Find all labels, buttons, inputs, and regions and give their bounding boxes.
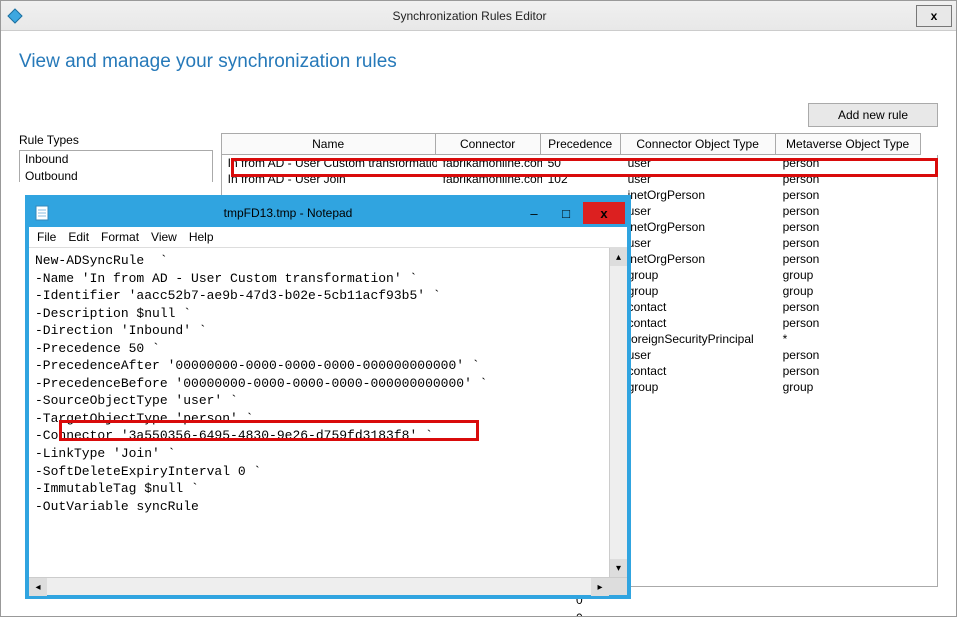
rule-type-outbound[interactable]: Outbound [20, 168, 212, 185]
cell-cot: contact [622, 315, 777, 331]
cell-cot: user [622, 155, 777, 171]
cell-cot: user [622, 347, 777, 363]
window-titlebar: Synchronization Rules Editor x [1, 1, 956, 31]
cell-mot: person [777, 299, 922, 315]
rule-type-inbound[interactable]: Inbound [20, 151, 212, 168]
cell-mot: * [777, 331, 922, 347]
cell-connector: fabrikamonline.com [437, 155, 542, 171]
rule-types-label: Rule Types [19, 133, 213, 147]
notepad-horizontal-scrollbar[interactable]: ◂ ▸ [29, 577, 627, 595]
col-name[interactable]: Name [221, 133, 436, 155]
cell-name: In from AD - User Custom transformation [222, 155, 437, 171]
col-mot[interactable]: Metaverse Object Type [776, 133, 921, 155]
scroll-up-icon[interactable]: ▴ [610, 248, 627, 266]
cell-mot: person [777, 187, 922, 203]
scroll-right-icon[interactable]: ▸ [591, 578, 609, 596]
cell-connector: fabrikamonline.com [437, 171, 542, 187]
cell-mot: person [777, 363, 922, 379]
app-icon [7, 8, 23, 24]
counters: 0 0 [221, 593, 938, 616]
menu-file[interactable]: File [37, 230, 56, 244]
cell-cot: user [622, 203, 777, 219]
col-connector[interactable]: Connector [436, 133, 541, 155]
notepad-icon [35, 205, 51, 221]
notepad-close-button[interactable]: x [583, 202, 625, 224]
notepad-vertical-scrollbar[interactable]: ▴ ▾ [609, 248, 627, 577]
add-new-rule-button[interactable]: Add new rule [808, 103, 938, 127]
cell-cot: inetOrgPerson [622, 219, 777, 235]
cell-mot: person [777, 251, 922, 267]
counter-b: 0 [576, 611, 583, 616]
cell-cot: inetOrgPerson [622, 187, 777, 203]
cell-mot: person [777, 219, 922, 235]
page-heading: View and manage your synchronization rul… [19, 51, 938, 73]
cell-mot: person [777, 315, 922, 331]
cell-mot: person [777, 155, 922, 171]
cell-name: In from AD - User Join [222, 171, 437, 187]
table-row[interactable]: In from AD - User Custom transformationf… [222, 155, 937, 171]
table-row[interactable]: In from AD - User Joinfabrikamonline.com… [222, 171, 937, 187]
cell-cot: contact [622, 363, 777, 379]
col-precedence[interactable]: Precedence [541, 133, 621, 155]
scroll-down-icon[interactable]: ▾ [610, 559, 627, 577]
cell-mot: person [777, 235, 922, 251]
notepad-max-button[interactable]: □ [551, 202, 581, 224]
notepad-text-area[interactable]: New-ADSyncRule ` -Name 'In from AD - Use… [29, 248, 609, 577]
notepad-titlebar[interactable]: tmpFD13.tmp - Notepad – □ x [29, 199, 627, 227]
window-close-button[interactable]: x [916, 5, 952, 27]
menu-edit[interactable]: Edit [68, 230, 89, 244]
cell-prec: 50 [542, 155, 622, 171]
rule-types-list[interactable]: Inbound Outbound [19, 150, 213, 182]
notepad-window: tmpFD13.tmp - Notepad – □ x File Edit Fo… [28, 198, 628, 596]
cell-cot: user [622, 171, 777, 187]
window-title: Synchronization Rules Editor [23, 9, 916, 23]
cell-mot: person [777, 171, 922, 187]
notepad-menu[interactable]: File Edit Format View Help [29, 227, 627, 248]
notepad-title: tmpFD13.tmp - Notepad [57, 206, 519, 220]
cell-cot: group [622, 267, 777, 283]
menu-help[interactable]: Help [189, 230, 214, 244]
cell-cot: contact [622, 299, 777, 315]
notepad-min-button[interactable]: – [519, 202, 549, 224]
cell-cot: foreignSecurityPrincipal [622, 331, 777, 347]
scroll-left-icon[interactable]: ◂ [29, 578, 47, 596]
cell-mot: person [777, 347, 922, 363]
cell-mot: person [777, 203, 922, 219]
cell-mot: group [777, 283, 922, 299]
cell-prec: 102 [542, 171, 622, 187]
cell-cot: inetOrgPerson [622, 251, 777, 267]
cell-mot: group [777, 379, 922, 395]
menu-format[interactable]: Format [101, 230, 139, 244]
cell-mot: group [777, 267, 922, 283]
cell-cot: group [622, 379, 777, 395]
cell-cot: user [622, 235, 777, 251]
col-cot[interactable]: Connector Object Type [621, 133, 776, 155]
cell-cot: group [622, 283, 777, 299]
menu-view[interactable]: View [151, 230, 177, 244]
